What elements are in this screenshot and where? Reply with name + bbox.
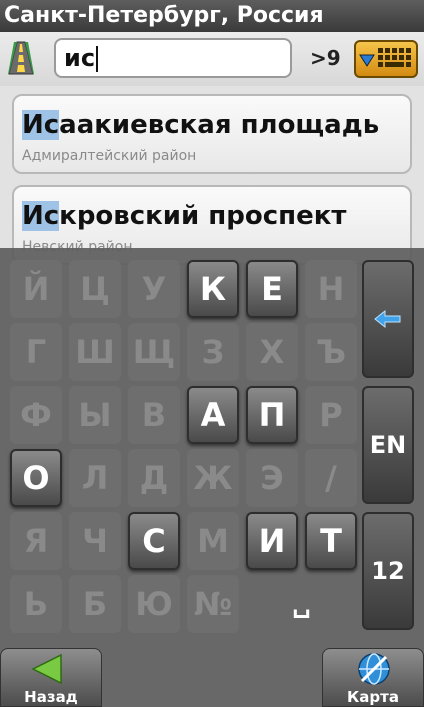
key-О[interactable]: О bbox=[10, 449, 62, 507]
key-Л[interactable]: Л bbox=[69, 449, 121, 507]
back-button[interactable]: Назад bbox=[0, 648, 102, 707]
key-К[interactable]: К bbox=[187, 260, 239, 318]
key-Д[interactable]: Д bbox=[128, 449, 180, 507]
key-Е[interactable]: Е bbox=[246, 260, 298, 318]
backspace-icon bbox=[374, 309, 401, 329]
key-Ц[interactable]: Ц bbox=[69, 260, 121, 318]
keyboard-icon bbox=[359, 48, 411, 67]
result-name-rest: кровский проспект bbox=[59, 201, 347, 231]
back-label: Назад bbox=[24, 688, 78, 706]
keyboard-toggle-button[interactable] bbox=[354, 40, 418, 78]
key-Ъ[interactable]: Ъ bbox=[305, 323, 357, 381]
key-Ш[interactable]: Ш bbox=[69, 323, 121, 381]
numbers-key[interactable]: 12 bbox=[362, 512, 414, 630]
bottom-nav: Назад Карта bbox=[0, 648, 424, 707]
match-highlight: Ис bbox=[22, 201, 60, 231]
result-item[interactable]: Исаакиевская площадь Адмиралтейский райо… bbox=[12, 94, 412, 174]
key-Ю[interactable]: Ю bbox=[128, 575, 180, 633]
match-highlight: Ис bbox=[22, 110, 60, 140]
key-Н[interactable]: Н bbox=[305, 260, 357, 318]
map-label: Карта bbox=[347, 688, 399, 706]
key-Г[interactable]: Г bbox=[10, 323, 62, 381]
key-Ж[interactable]: Ж bbox=[187, 449, 239, 507]
key-Ф[interactable]: Ф bbox=[10, 386, 62, 444]
text-cursor bbox=[96, 46, 99, 72]
key-П[interactable]: П bbox=[246, 386, 298, 444]
search-input-text: ис bbox=[64, 44, 96, 72]
key-Ч[interactable]: Ч bbox=[69, 512, 121, 570]
search-input[interactable]: ис bbox=[54, 38, 292, 78]
key-Й[interactable]: Й bbox=[10, 260, 62, 318]
road-icon[interactable] bbox=[8, 40, 34, 76]
result-name-rest: аакиевская площадь bbox=[59, 110, 380, 140]
result-district: Адмиралтейский район bbox=[22, 148, 197, 164]
map-button[interactable]: Карта bbox=[322, 648, 424, 707]
key-Ь[interactable]: Ь bbox=[10, 575, 62, 633]
key-Щ[interactable]: Щ bbox=[128, 323, 180, 381]
key-№[interactable]: № bbox=[187, 575, 239, 633]
key-У[interactable]: У bbox=[128, 260, 180, 318]
key-М[interactable]: М bbox=[187, 512, 239, 570]
key-В[interactable]: В bbox=[128, 386, 180, 444]
space-key[interactable]: ␣ bbox=[246, 575, 357, 633]
key-Ы[interactable]: Ы bbox=[69, 386, 121, 444]
key-Э[interactable]: Э bbox=[246, 449, 298, 507]
window-title: Санкт-Петербург, Россия bbox=[0, 0, 424, 32]
result-name: Искровский проспект bbox=[22, 201, 346, 231]
key-Х[interactable]: Х bbox=[246, 323, 298, 381]
key-С[interactable]: С bbox=[128, 512, 180, 570]
key-З[interactable]: З bbox=[187, 323, 239, 381]
key-Т[interactable]: Т bbox=[305, 512, 357, 570]
key-Я[interactable]: Я bbox=[10, 512, 62, 570]
keyboard-panel: Й Ц У К Е Н Г Ш Щ З Х Ъ Ф Ы В А П Р О Л Д Ж Э / Я Ч С М И Т Ь Б Ю № ␣ EN 1… bbox=[0, 248, 424, 707]
key-А[interactable]: А bbox=[187, 386, 239, 444]
backspace-key[interactable] bbox=[362, 260, 414, 378]
key-/[interactable]: / bbox=[305, 449, 357, 507]
key-И[interactable]: И bbox=[246, 512, 298, 570]
back-arrow-icon bbox=[31, 653, 62, 685]
key-Р[interactable]: Р bbox=[305, 386, 357, 444]
language-key[interactable]: EN bbox=[362, 386, 414, 504]
search-row: ис >9 bbox=[0, 32, 424, 86]
result-count: >9 bbox=[310, 46, 341, 70]
key-Б[interactable]: Б bbox=[69, 575, 121, 633]
globe-icon bbox=[358, 653, 390, 685]
result-name: Исаакиевская площадь bbox=[22, 110, 379, 140]
